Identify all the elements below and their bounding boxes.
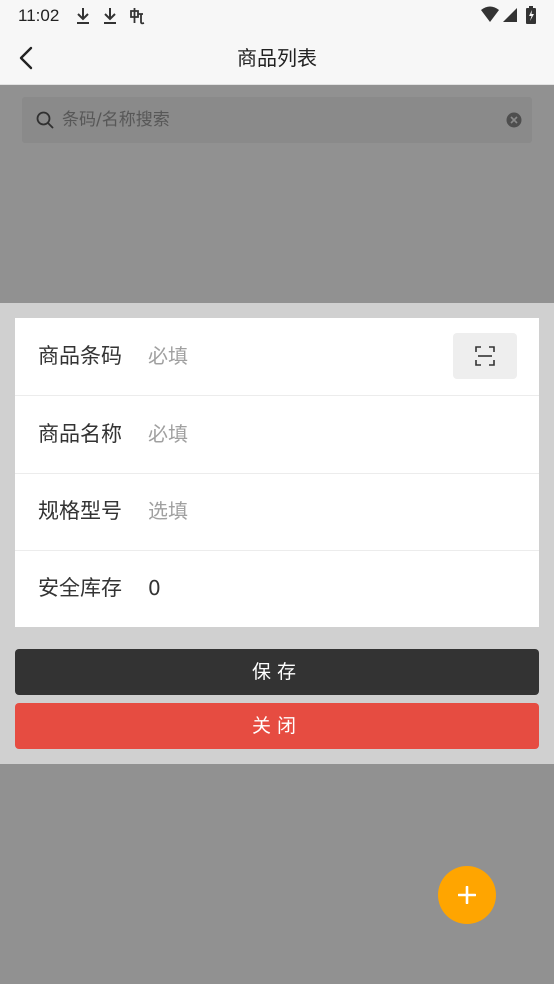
scan-icon xyxy=(475,346,495,366)
scan-button[interactable] xyxy=(453,333,517,379)
safety-stock-input[interactable] xyxy=(148,570,438,606)
safety-stock-label: 安全库存 xyxy=(38,576,122,600)
name-label: 商品名称 xyxy=(38,422,122,446)
signal-icon xyxy=(503,8,517,22)
nav-bar: 商品列表 xyxy=(0,32,554,85)
form-row-name: 商品名称 xyxy=(15,396,539,474)
app-notification-icon xyxy=(130,8,145,25)
close-button[interactable]: 关闭 xyxy=(15,703,539,749)
barcode-input[interactable] xyxy=(148,338,438,374)
wifi-icon xyxy=(481,6,499,22)
add-fab-button[interactable] xyxy=(438,866,496,924)
download-icon xyxy=(77,8,89,24)
add-product-panel: 商品条码 商品名称 规格型号 安全库存 保存 关闭 xyxy=(0,303,554,764)
form-row-spec: 规格型号 xyxy=(15,473,539,551)
barcode-label: 商品条码 xyxy=(38,344,122,368)
name-input[interactable] xyxy=(148,416,438,452)
product-form: 商品条码 商品名称 规格型号 安全库存 xyxy=(15,318,539,627)
battery-icon xyxy=(526,6,536,24)
download-icon xyxy=(104,8,116,24)
plus-icon xyxy=(458,886,476,904)
status-bar: 11:02 xyxy=(0,0,554,32)
spec-input[interactable] xyxy=(148,493,438,529)
form-row-safety-stock: 安全库存 xyxy=(15,550,539,627)
spec-label: 规格型号 xyxy=(38,499,122,523)
status-time: 11:02 xyxy=(18,6,60,25)
save-button[interactable]: 保存 xyxy=(15,649,539,695)
form-row-barcode: 商品条码 xyxy=(15,318,539,396)
page-title: 商品列表 xyxy=(237,46,317,70)
